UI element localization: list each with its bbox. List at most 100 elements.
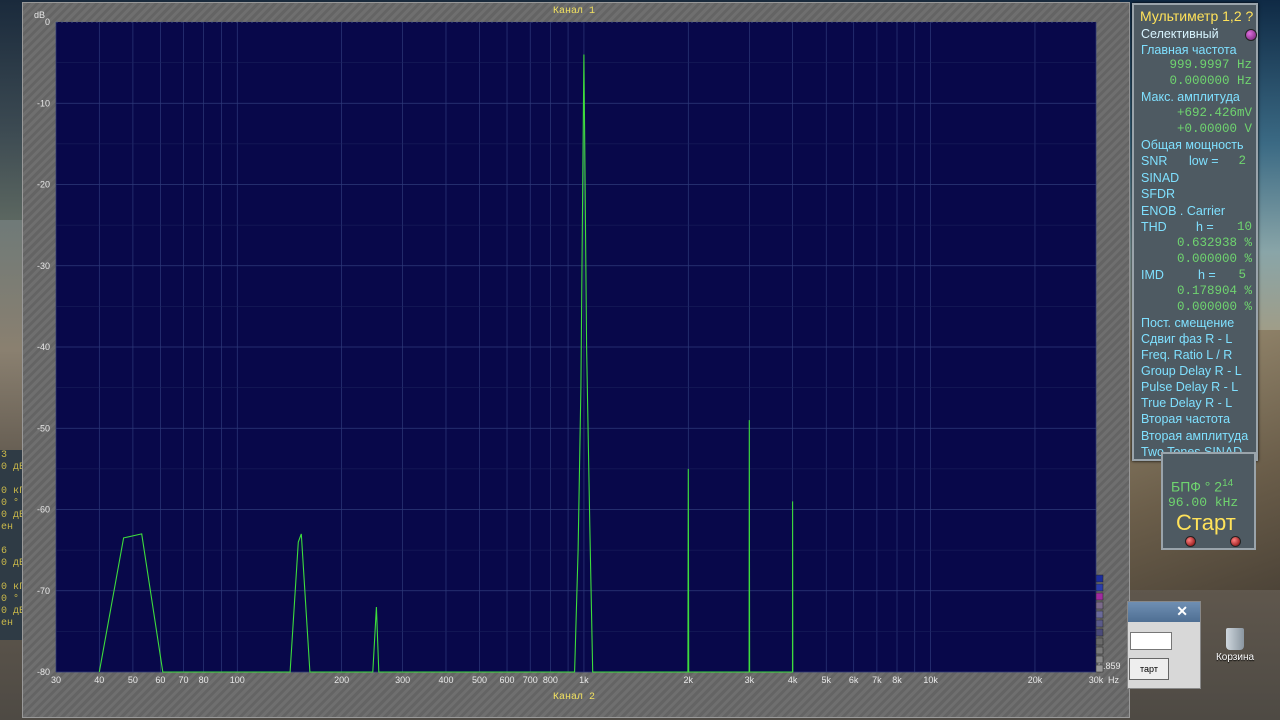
scale-swatch[interactable]	[1095, 601, 1104, 610]
snr-low-label: low =	[1189, 154, 1219, 168]
enob-label[interactable]: ENOB . Carrier	[1141, 204, 1225, 218]
dialog-start-button[interactable]: тарт	[1129, 658, 1169, 680]
fft-panel: БПФ ° 214 96.00 kHz Старт	[1161, 452, 1256, 550]
x-tick-label: 100	[230, 675, 245, 685]
strip-text: 0 кГ	[1, 486, 22, 497]
scale-swatch[interactable]	[1095, 646, 1104, 655]
thd-value-1: 0.632938 %	[1176, 236, 1252, 250]
x-tick-label: 8k	[892, 675, 902, 685]
scale-swatch[interactable]	[1095, 664, 1104, 673]
phase-shift-label[interactable]: Сдвиг фаз R - L	[1141, 332, 1232, 346]
imd-label[interactable]: IMD	[1141, 268, 1164, 282]
recycle-bin-icon	[1226, 628, 1244, 650]
x-tick-label: 7k	[872, 675, 882, 685]
thd-h-label: h =	[1196, 220, 1214, 234]
second-frequency-label[interactable]: Вторая частота	[1141, 412, 1230, 426]
strip-text: 0 дБ	[1, 606, 22, 617]
x-tick-label: 6k	[849, 675, 859, 685]
max-amplitude-label[interactable]: Макс. амплитуда	[1141, 90, 1240, 104]
close-icon[interactable]: ✕	[1176, 603, 1188, 620]
strip-text: 6	[1, 546, 8, 557]
y-tick-label: -20	[37, 180, 50, 190]
freq-ratio-label[interactable]: Freq. Ratio L / R	[1141, 348, 1232, 362]
imd-value-1: 0.178904 %	[1176, 284, 1252, 298]
main-frequency-value-2: 0.000000 Hz	[1169, 74, 1252, 88]
y-axis-unit: dB	[34, 10, 45, 20]
dialog-spinner[interactable]	[1130, 632, 1172, 650]
main-frequency-label[interactable]: Главная частота	[1141, 43, 1237, 57]
x-axis-unit: Hz	[1108, 675, 1119, 685]
strip-text: 0 дБ	[1, 510, 22, 521]
true-delay-label[interactable]: True Delay R - L	[1141, 396, 1232, 410]
strip-text	[0, 474, 22, 486]
sample-rate[interactable]: 96.00 kHz	[1168, 495, 1238, 510]
y-tick-label: -80	[37, 667, 50, 677]
y-tick-label: -50	[37, 423, 50, 433]
scale-swatch[interactable]	[1095, 574, 1104, 583]
x-tick-label: 40	[94, 675, 104, 685]
y-tick-label: -40	[37, 342, 50, 352]
x-tick-label: 2k	[684, 675, 694, 685]
x-tick-label: 600	[500, 675, 515, 685]
recycle-bin-label: Корзина	[1215, 652, 1255, 663]
fft-size-label[interactable]: БПФ ° 214	[1171, 478, 1233, 495]
y-tick-label: -70	[37, 586, 50, 596]
sfdr-label[interactable]: SFDR	[1141, 187, 1175, 201]
small-dialog: ✕ тарт	[1127, 601, 1201, 689]
max-amplitude-value-2: +0.00000 V	[1176, 122, 1252, 136]
x-tick-label: 80	[199, 675, 209, 685]
strip-text: 0 дБ	[1, 462, 22, 473]
strip-text: 3	[1, 450, 8, 461]
selective-mode[interactable]: Селективный	[1141, 27, 1219, 41]
recycle-bin[interactable]: Корзина	[1213, 628, 1257, 663]
snr-label[interactable]: SNR	[1141, 154, 1167, 168]
thd-h-value: 10	[1236, 220, 1252, 234]
scale-swatch[interactable]	[1095, 619, 1104, 628]
x-tick-label: 4k	[788, 675, 798, 685]
dialog-titlebar[interactable]: ✕	[1128, 602, 1200, 622]
strip-text: 0 °	[1, 594, 20, 605]
x-tick-label: 300	[395, 675, 410, 685]
group-delay-label[interactable]: Group Delay R - L	[1141, 364, 1242, 378]
x-tick-label: 400	[438, 675, 453, 685]
y-tick-label: -30	[37, 261, 50, 271]
strip-text: 0 °	[1, 498, 20, 509]
selective-indicator-icon[interactable]	[1245, 29, 1257, 41]
spectrum-window: Канал 1 0 -10 -20 -30 -40 -50 -60 -70 -80 30 40 50 6…	[22, 2, 1130, 718]
total-power-label[interactable]: Общая мощность	[1141, 138, 1244, 152]
scale-swatch[interactable]	[1095, 583, 1104, 592]
spectrum-plot[interactable]: 0 -10 -20 -30 -40 -50 -60 -70 -8030 40 50 60 70 80 100…	[23, 3, 1131, 719]
x-tick-label: 800	[543, 675, 558, 685]
y-tick-label: -10	[37, 98, 50, 108]
sinad-label[interactable]: SINAD	[1141, 171, 1179, 185]
left-led-icon	[1185, 536, 1196, 547]
x-tick-label: 10k	[923, 675, 938, 685]
scale-swatch[interactable]	[1095, 610, 1104, 619]
x-tick-label: 200	[334, 675, 349, 685]
scale-swatch[interactable]	[1095, 637, 1104, 646]
main-frequency-value-1: 999.9997 Hz	[1169, 58, 1252, 72]
strip-text	[0, 534, 22, 546]
pulse-delay-label[interactable]: Pulse Delay R - L	[1141, 380, 1238, 394]
thd-value-2: 0.000000 %	[1176, 252, 1252, 266]
multimeter-title[interactable]: Мультиметр 1,2 ?	[1140, 8, 1253, 24]
scale-swatch[interactable]	[1095, 592, 1104, 601]
right-led-icon	[1230, 536, 1241, 547]
x-tick-label: 60	[155, 675, 165, 685]
snr-low-value: 2	[1238, 154, 1246, 168]
x-tick-label: 700	[523, 675, 538, 685]
strip-text: 0 дБ	[1, 558, 22, 569]
fft-size-exponent: 14	[1222, 478, 1234, 489]
strip-text: 0 кГ	[1, 582, 22, 593]
x-tick-label: 5k	[821, 675, 831, 685]
scale-swatch[interactable]	[1095, 655, 1104, 664]
start-button[interactable]: Старт	[1176, 510, 1236, 536]
scale-swatch[interactable]	[1095, 628, 1104, 637]
x-tick-label: 50	[128, 675, 138, 685]
imd-value-2: 0.000000 %	[1176, 300, 1252, 314]
thd-label[interactable]: THD	[1141, 220, 1167, 234]
strip-text: ен	[1, 618, 14, 629]
dc-offset-label[interactable]: Пост. смещение	[1141, 316, 1234, 330]
x-tick-label: 3k	[745, 675, 755, 685]
second-amplitude-label[interactable]: Вторая амплитуда	[1141, 429, 1248, 443]
